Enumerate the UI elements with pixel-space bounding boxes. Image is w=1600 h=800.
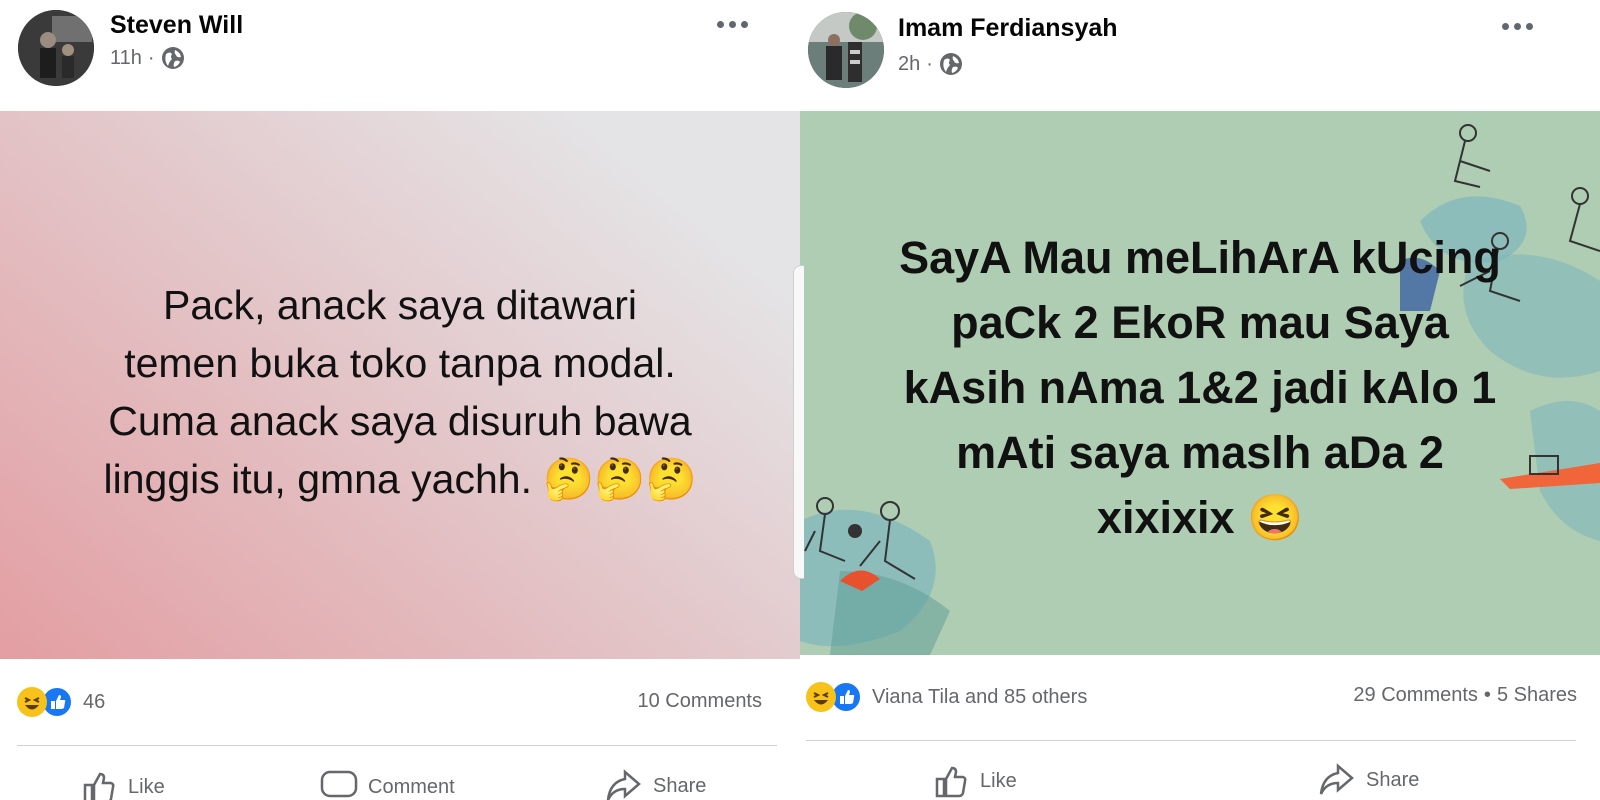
comments-count[interactable]: 29 Comments xyxy=(1353,684,1478,707)
reactor-names: Viana Tila and 85 others xyxy=(872,685,1088,708)
author-name[interactable]: Imam Ferdiansyah xyxy=(898,14,1118,43)
thumbs-up-icon xyxy=(83,772,115,800)
like-button[interactable]: Like xyxy=(80,768,165,800)
divider xyxy=(806,740,1576,741)
post-text: Pack, anack saya ditawari temen buka tok… xyxy=(103,282,697,502)
post-meta: 11h · xyxy=(110,46,185,70)
avatar[interactable] xyxy=(18,10,94,86)
engagement-counts: 29 Comments • 5 Shares xyxy=(1353,684,1577,707)
post-time[interactable]: 2h xyxy=(898,53,920,76)
comments-count[interactable]: 10 Comments xyxy=(638,690,763,713)
reaction-summary[interactable]: 46 xyxy=(17,686,105,718)
thumbs-up-icon xyxy=(935,766,967,798)
more-options-icon[interactable] xyxy=(717,21,748,28)
haha-icon xyxy=(17,687,47,717)
like-button[interactable]: Like xyxy=(932,762,1017,800)
avatar[interactable] xyxy=(808,12,884,88)
reaction-summary[interactable]: Viana Tila and 85 others xyxy=(806,681,1087,713)
share-button[interactable]: Share xyxy=(605,768,706,800)
author-name[interactable]: Steven Will xyxy=(110,11,243,40)
comment-icon xyxy=(320,770,358,798)
comment-button[interactable]: Comment xyxy=(320,770,455,800)
share-icon xyxy=(606,769,641,800)
globe-icon xyxy=(939,53,962,75)
share-button[interactable]: Share xyxy=(1318,762,1419,798)
post-imam-ferdiansyah: Imam Ferdiansyah 2h · SayA Mau meLihArA … xyxy=(800,0,1600,800)
divider xyxy=(17,745,777,746)
reaction-count: 46 xyxy=(83,690,106,713)
scroll-handle[interactable] xyxy=(793,265,804,579)
post-text: SayA Mau meLihArA kUcing paCk 2 EkoR mau… xyxy=(899,232,1501,543)
post-background-card: SayA Mau meLihArA kUcing paCk 2 EkoR mau… xyxy=(800,111,1600,655)
post-background-card: Pack, anack saya ditawari temen buka tok… xyxy=(0,111,800,659)
post-time[interactable]: 11h xyxy=(110,47,142,70)
globe-icon xyxy=(161,47,184,69)
post-steven-will: Steven Will 11h · Pack, anack saya ditaw… xyxy=(0,0,800,800)
share-icon xyxy=(1319,763,1354,795)
more-options-icon[interactable] xyxy=(1502,23,1533,30)
haha-icon xyxy=(806,682,836,712)
shares-count[interactable]: 5 Shares xyxy=(1497,684,1577,707)
post-meta: 2h · xyxy=(898,52,963,76)
